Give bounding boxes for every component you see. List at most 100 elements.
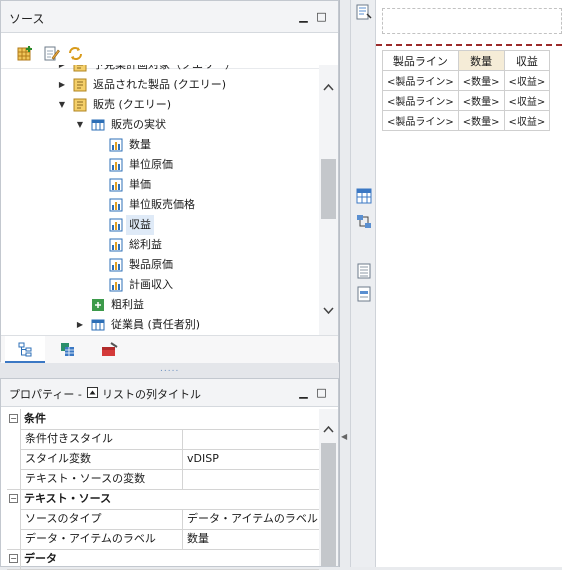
scroll-up-icon[interactable] bbox=[323, 83, 334, 91]
measure-icon bbox=[109, 218, 123, 232]
tree-item[interactable]: ▶ 従業員 (責任者別) bbox=[1, 315, 319, 335]
scroll-thumb[interactable] bbox=[321, 443, 336, 566]
property-name: データ・アイテムのラベル bbox=[21, 529, 183, 549]
property-row[interactable]: スタイル変数 vDISP bbox=[7, 449, 319, 470]
scroll-down-icon[interactable] bbox=[323, 307, 334, 315]
tree-item[interactable]: 単位原価 bbox=[1, 155, 319, 175]
collapse-category-icon[interactable]: − bbox=[9, 494, 18, 503]
tree-item-label: 単位販売価格 bbox=[129, 198, 195, 211]
collapse-category-icon[interactable]: − bbox=[9, 554, 18, 563]
tree-item[interactable]: 総利益 bbox=[1, 235, 319, 255]
tree-item[interactable]: 収益 bbox=[1, 215, 319, 235]
tree-item-label: 総利益 bbox=[129, 238, 162, 251]
condition-explorer-icon[interactable] bbox=[356, 214, 372, 230]
list-column-body[interactable]: <数量> bbox=[457, 90, 505, 111]
collapse-category-icon[interactable]: − bbox=[9, 414, 18, 423]
measure-icon bbox=[109, 238, 123, 252]
list-body-row: <製品ライン> <数量> <収益> bbox=[382, 70, 551, 91]
list-column-body[interactable]: <製品ライン> bbox=[382, 70, 459, 91]
refresh-icon[interactable] bbox=[67, 45, 84, 62]
list-column-body[interactable]: <収益> bbox=[503, 110, 551, 131]
property-row[interactable]: テキスト・ソースの変数 bbox=[7, 469, 319, 490]
property-name: 条件付きスタイル bbox=[21, 429, 183, 449]
property-name: ソースのタイプ bbox=[21, 509, 183, 529]
property-value[interactable] bbox=[184, 469, 319, 489]
list-column-title[interactable]: 製品ライン bbox=[382, 50, 459, 71]
tree-item[interactable]: 計画収入 bbox=[1, 275, 319, 295]
collapsed-twisty-icon[interactable]: ▶ bbox=[75, 315, 85, 335]
tree-item[interactable]: ▶ 返品された製品 (クエリー) bbox=[1, 75, 319, 95]
maximize-button[interactable]: □ bbox=[316, 11, 327, 22]
list-column-body[interactable]: <数量> bbox=[457, 70, 505, 91]
page-header-drop-zone[interactable] bbox=[382, 8, 562, 34]
tree-item[interactable]: 製品原価 bbox=[1, 255, 319, 275]
grid-plus-icon[interactable] bbox=[17, 45, 34, 62]
properties-minimize-button[interactable]: ▁ bbox=[298, 387, 309, 398]
tree-item-label: 予見業計画対象（クエリー） bbox=[90, 65, 239, 75]
source-tree-scrollbar[interactable] bbox=[319, 65, 338, 335]
property-value[interactable]: 数量 bbox=[184, 529, 319, 549]
measure-icon bbox=[109, 278, 123, 292]
property-row[interactable]: データ・アイテムのラベル 数量 bbox=[7, 529, 319, 550]
tree-item[interactable]: 単価 bbox=[1, 175, 319, 195]
tree-item[interactable]: ▶ 予見業計画対象（クエリー） bbox=[1, 65, 319, 75]
source-panel-header: ソース ▁ □ bbox=[1, 1, 338, 33]
tree-item[interactable]: ▼ 販売 (クエリー) bbox=[1, 95, 319, 115]
property-gutter: − bbox=[7, 409, 21, 429]
toolbox-tab-icon bbox=[102, 342, 118, 356]
property-row[interactable]: 条件付きスタイル bbox=[7, 429, 319, 450]
tab-toolbox[interactable] bbox=[89, 336, 129, 363]
list-body-row: <製品ライン> <数量> <収益> bbox=[382, 90, 551, 111]
list-column-body[interactable]: <製品ライン> bbox=[382, 90, 459, 111]
property-value[interactable]: vDISP bbox=[184, 449, 319, 469]
page-layout-icon[interactable] bbox=[356, 4, 372, 20]
properties-title: プロパティー - bbox=[9, 388, 82, 401]
tree-item-label: 数量 bbox=[129, 138, 151, 151]
scroll-thumb[interactable] bbox=[321, 159, 336, 219]
tree-item-label: 粗利益 bbox=[111, 298, 144, 311]
property-value[interactable] bbox=[184, 429, 319, 449]
expanded-twisty-icon[interactable]: ▼ bbox=[75, 115, 85, 135]
property-row[interactable]: ソースのタイプ データ・アイテムのラベル bbox=[7, 509, 319, 530]
select-ancestor-icon[interactable] bbox=[87, 387, 98, 398]
tree-item[interactable]: 数量 bbox=[1, 135, 319, 155]
tree-item[interactable]: 粗利益 bbox=[1, 295, 319, 315]
list-header-row: 製品ライン 数量 収益 bbox=[382, 50, 551, 71]
collapsed-twisty-icon[interactable]: ▶ bbox=[57, 75, 67, 95]
list-report[interactable]: 製品ライン 数量 収益 <製品ライン> <数量> <収益> <製品ライン> <数量> <収益> <… bbox=[382, 50, 551, 131]
properties-maximize-button[interactable]: □ bbox=[316, 387, 327, 398]
scroll-up-icon[interactable] bbox=[323, 425, 334, 433]
list-column-title[interactable]: 数量 bbox=[457, 50, 505, 71]
list-body-row: <製品ライン> <数量> <収益> bbox=[382, 110, 551, 131]
collapsed-twisty-icon[interactable]: ▶ bbox=[57, 65, 67, 75]
properties-scrollbar[interactable] bbox=[319, 409, 338, 566]
property-value[interactable]: データ・アイテムのラベル bbox=[184, 509, 319, 529]
measure-icon bbox=[109, 138, 123, 152]
list-column-body[interactable]: <収益> bbox=[503, 70, 551, 91]
property-gutter bbox=[7, 529, 21, 549]
tab-data-items[interactable] bbox=[47, 336, 87, 363]
data-items-tab-icon bbox=[61, 343, 74, 356]
tree-item[interactable]: 単位販売価格 bbox=[1, 195, 319, 215]
report-prompts-icon[interactable] bbox=[356, 286, 372, 302]
query-icon bbox=[73, 98, 87, 112]
report-pages-icon[interactable] bbox=[356, 263, 372, 279]
tree-item[interactable]: ▼ 販売の実状 bbox=[1, 115, 319, 135]
tab-source-tree[interactable] bbox=[5, 336, 45, 363]
minimize-button[interactable]: ▁ bbox=[298, 11, 309, 22]
panel-sash[interactable]: ..... bbox=[160, 365, 180, 374]
collapse-arrow-icon[interactable]: ◀ bbox=[341, 432, 347, 441]
report-side-toolbar bbox=[350, 0, 376, 567]
list-column-body[interactable]: <製品ライン> bbox=[382, 110, 459, 131]
list-column-body[interactable]: <収益> bbox=[503, 90, 551, 111]
edit-icon[interactable] bbox=[43, 45, 60, 62]
property-category[interactable]: − テキスト・ソース bbox=[7, 489, 319, 510]
property-name: テキスト・ソースの変数 bbox=[21, 469, 183, 489]
property-category[interactable]: − 条件 bbox=[7, 409, 319, 430]
expanded-twisty-icon[interactable]: ▼ bbox=[57, 95, 67, 115]
query-explorer-icon[interactable] bbox=[356, 188, 372, 204]
list-column-body[interactable]: <数量> bbox=[457, 110, 505, 131]
collapse-sash[interactable]: ◀ bbox=[340, 0, 350, 567]
query-icon bbox=[73, 65, 87, 72]
list-column-title[interactable]: 収益 bbox=[503, 50, 551, 71]
